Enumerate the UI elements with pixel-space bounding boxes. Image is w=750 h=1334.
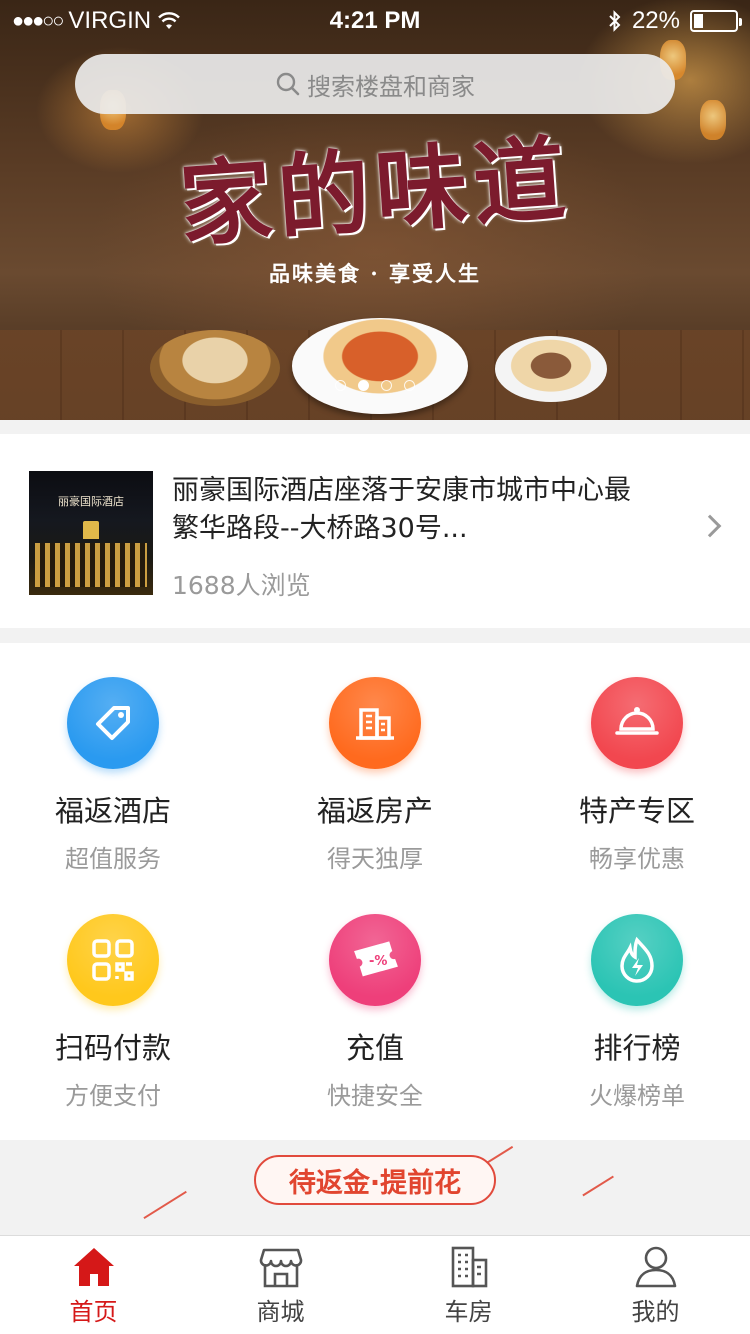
svg-text:-%: -% bbox=[369, 954, 387, 969]
price-tag-icon bbox=[67, 677, 159, 769]
tab-label: 首页 bbox=[69, 1298, 118, 1326]
feature-label: 福返酒店 bbox=[54, 794, 171, 828]
view-count: 1688人浏览 bbox=[172, 571, 311, 600]
feature-sublabel: 超值服务 bbox=[65, 845, 161, 873]
feature-sublabel: 得天独厚 bbox=[327, 845, 423, 873]
feature-grid: 福返酒店 超值服务 福返房产 得天独厚 特产专区 畅享优惠 扫码付款 方便支付 … bbox=[0, 643, 750, 1140]
chevron-right-icon[interactable] bbox=[698, 514, 722, 538]
food-image bbox=[292, 318, 468, 414]
shop-icon bbox=[259, 1248, 303, 1288]
crown-logo bbox=[83, 521, 99, 539]
bluetooth-icon bbox=[609, 10, 621, 32]
building-icon bbox=[329, 677, 421, 769]
search-placeholder: 搜索楼盘和商家 bbox=[307, 72, 475, 101]
tab-label: 车房 bbox=[444, 1298, 493, 1326]
user-icon bbox=[635, 1246, 677, 1288]
feature-label: 扫码付款 bbox=[54, 1031, 171, 1065]
home-icon bbox=[74, 1248, 114, 1286]
feature-sublabel: 火爆榜单 bbox=[589, 1082, 685, 1110]
hotel-news-card[interactable]: 丽豪国际酒店 丽豪国际酒店座落于安康市城市中心最繁华路段--大桥路30号... … bbox=[0, 434, 750, 628]
feature-sublabel: 方便支付 bbox=[65, 1082, 161, 1110]
flame-icon bbox=[591, 914, 683, 1006]
battery-level bbox=[694, 14, 703, 28]
food-image bbox=[495, 336, 607, 402]
hotel-thumbnail: 丽豪国际酒店 bbox=[29, 471, 153, 595]
food-image bbox=[150, 330, 280, 406]
tab-label: 商城 bbox=[256, 1298, 305, 1326]
thumbnail-hotel-name: 丽豪国际酒店 bbox=[58, 495, 124, 508]
promo-button[interactable]: 待返金·提前花 bbox=[254, 1155, 496, 1205]
feature-label: 充值 bbox=[345, 1031, 404, 1065]
search-icon bbox=[276, 72, 300, 96]
food-cloche-icon bbox=[591, 677, 683, 769]
hotel-facade bbox=[35, 543, 147, 587]
feature-sublabel: 畅享优惠 bbox=[589, 845, 685, 873]
feature-label: 特产专区 bbox=[578, 794, 695, 828]
tab-label: 我的 bbox=[631, 1298, 680, 1326]
pager-dot[interactable] bbox=[404, 380, 415, 391]
search-input[interactable]: 搜索楼盘和商家 bbox=[75, 54, 675, 114]
building-icon bbox=[451, 1246, 488, 1288]
tab-home[interactable]: 首页 bbox=[0, 1236, 187, 1334]
battery-percent: 22% bbox=[631, 7, 680, 34]
feature-ranking[interactable]: 排行榜 火爆榜单 bbox=[512, 880, 750, 1110]
promo-banner[interactable]: 待返金·提前花 bbox=[0, 1140, 750, 1220]
feature-recharge[interactable]: -% 充值 快捷安全 bbox=[250, 880, 500, 1110]
feature-label: 排行榜 bbox=[593, 1031, 681, 1065]
pager-dot[interactable] bbox=[381, 380, 392, 391]
coupon-icon: -% bbox=[329, 914, 421, 1006]
battery-icon bbox=[690, 10, 742, 32]
feature-sublabel: 快捷安全 bbox=[327, 1082, 423, 1110]
tab-property[interactable]: 车房 bbox=[375, 1236, 562, 1334]
hotel-description: 丽豪国际酒店座落于安康市城市中心最繁华路段--大桥路30号... bbox=[172, 475, 631, 544]
decorative-line bbox=[143, 1190, 187, 1219]
feature-hotel[interactable]: 福返酒店 超值服务 bbox=[0, 643, 238, 873]
banner-subtitle: 品味美食 · 享受人生 bbox=[269, 261, 481, 286]
feature-real-estate[interactable]: 福返房产 得天独厚 bbox=[250, 643, 500, 873]
tab-bar: 首页 商城 车房 我的 bbox=[0, 1235, 750, 1334]
tab-shop[interactable]: 商城 bbox=[187, 1236, 374, 1334]
feature-scan-pay[interactable]: 扫码付款 方便支付 bbox=[0, 880, 238, 1110]
feature-label: 福返房产 bbox=[316, 794, 433, 828]
qr-code-icon bbox=[67, 914, 159, 1006]
status-bar: ●●●○○ VIRGIN 4:21 PM 22% bbox=[0, 0, 750, 40]
tab-me[interactable]: 我的 bbox=[562, 1236, 749, 1334]
carousel-pager[interactable] bbox=[0, 380, 750, 391]
feature-specialty[interactable]: 特产专区 畅享优惠 bbox=[512, 643, 750, 873]
pager-dot[interactable] bbox=[335, 380, 346, 391]
decorative-line bbox=[582, 1175, 614, 1196]
pager-dot[interactable] bbox=[358, 380, 369, 391]
